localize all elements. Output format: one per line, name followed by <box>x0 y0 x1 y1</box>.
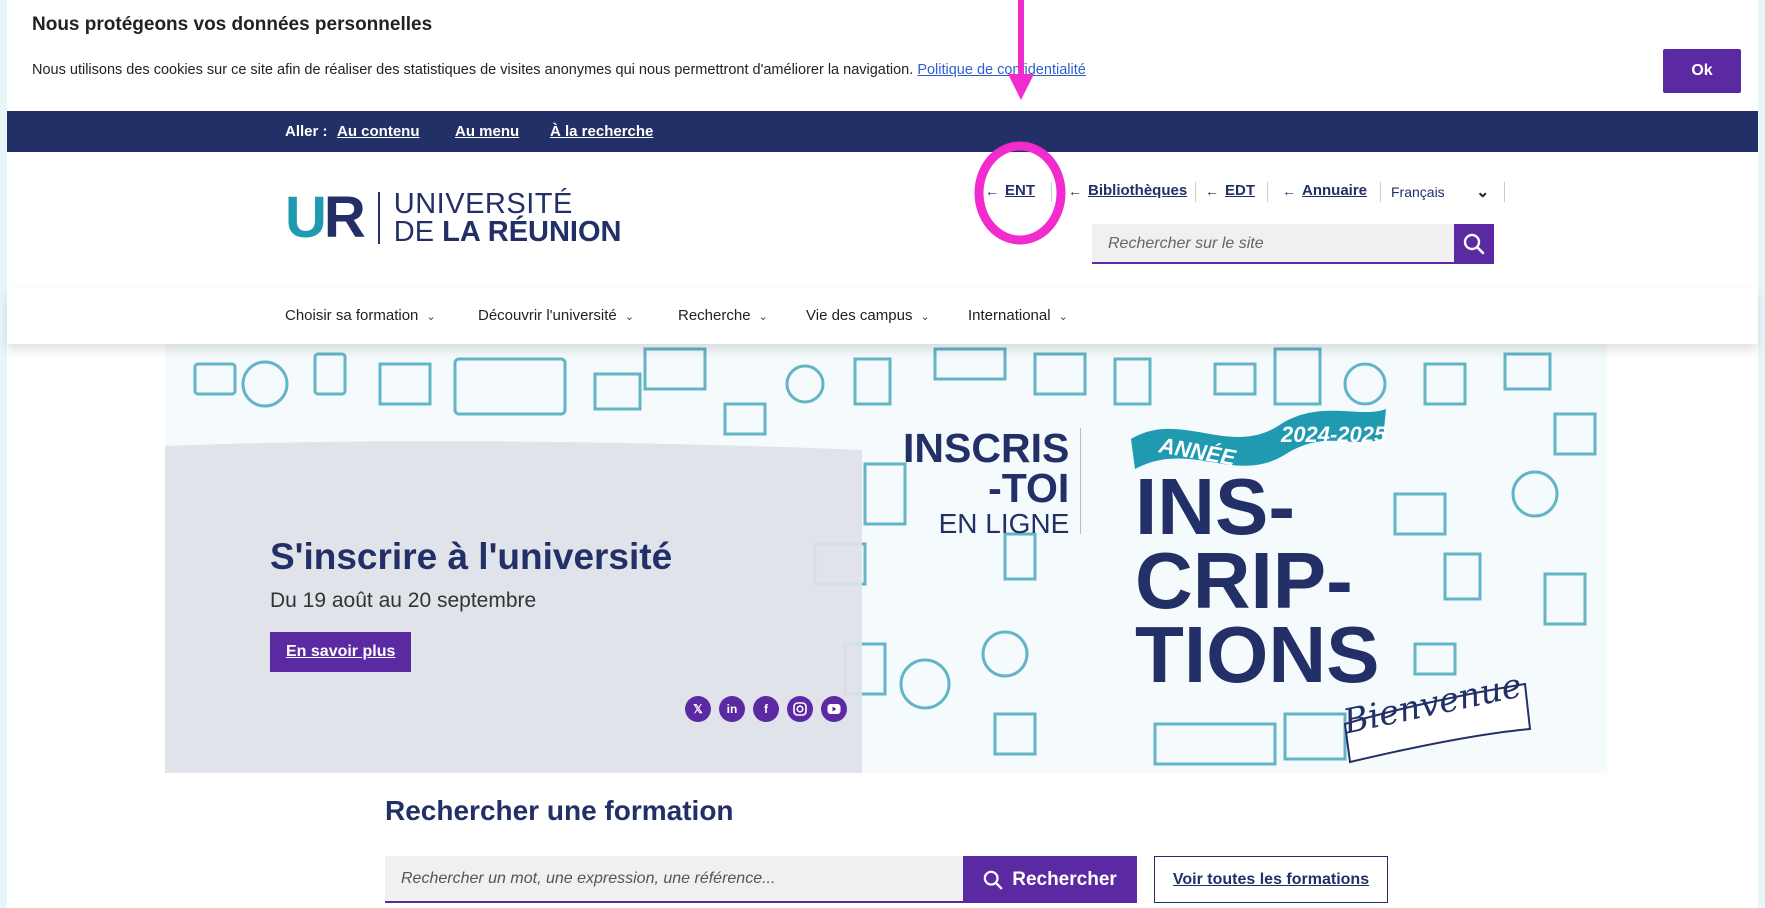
chevron-down-icon: ⌄ <box>624 311 634 323</box>
skip-links-bar: Aller : Au contenu Au menu À la recherch… <box>7 111 1758 152</box>
logo-line-2-prefix: DE <box>393 216 443 248</box>
edt-link[interactable]: EDT <box>1225 182 1255 199</box>
formation-search-button-label: Rechercher <box>1012 868 1117 890</box>
toplink-divider <box>1267 182 1268 202</box>
chevron-down-icon[interactable]: ⌄ <box>1476 182 1489 202</box>
toplink-divider <box>1051 182 1052 202</box>
x-icon[interactable]: 𝕏 <box>685 696 711 722</box>
logo-line-1: UNIVERSITÉ <box>393 188 573 220</box>
inscriptions-line-1: INS- <box>1135 462 1295 551</box>
nav-item-campus[interactable]: Vie des campus ⌄ <box>806 307 930 324</box>
nav-item-formation[interactable]: Choisir sa formation ⌄ <box>285 307 436 324</box>
skip-label: Aller : <box>285 123 328 140</box>
year-label: 2024-2025 <box>1280 422 1387 447</box>
site-search-button[interactable] <box>1454 224 1494 264</box>
linkedin-icon[interactable]: in <box>719 696 745 722</box>
toplink-divider <box>1380 182 1381 202</box>
logo-letter-r: R <box>323 185 366 250</box>
inscris-line-2: -TOI <box>988 465 1070 511</box>
cookie-message: Nous utilisons des cookies sur ce site a… <box>32 62 914 78</box>
privacy-policy-link[interactable]: Politique de confidentialité <box>917 62 1085 78</box>
all-formations-button[interactable]: Voir toutes les formations <box>1154 856 1388 903</box>
toplink-divider <box>1504 182 1505 202</box>
nav-item-label: International <box>968 307 1051 324</box>
arrow-left-icon: ← <box>1205 183 1219 199</box>
facebook-icon[interactable]: f <box>753 696 779 722</box>
site-header: UR UNIVERSITÉ DE LA RÉUNION ← ENT ← Bibl… <box>7 152 1758 289</box>
chevron-down-icon: ⌄ <box>758 311 768 323</box>
hero-subtitle: Du 19 août au 20 septembre <box>270 589 537 612</box>
logo-line-2: DE LA RÉUNION <box>393 216 622 248</box>
logo-letter-u: U <box>285 185 327 250</box>
cookie-ok-button[interactable]: Ok <box>1663 49 1741 93</box>
inscris-toi-text: INSCRIS -TOI EN LIGNE <box>903 428 1069 540</box>
nav-item-recherche[interactable]: Recherche ⌄ <box>678 307 768 324</box>
logo-line-2-bold: LA RÉUNION <box>442 216 622 248</box>
instagram-icon[interactable] <box>787 696 813 722</box>
arrow-left-icon: ← <box>985 183 999 199</box>
university-logo[interactable]: UR UNIVERSITÉ DE LA RÉUNION <box>285 185 622 250</box>
formation-search-input[interactable]: Rechercher un mot, une expression, une r… <box>385 856 963 903</box>
logo-text: UNIVERSITÉ DE LA RÉUNION <box>393 188 622 248</box>
hero-title: S'inscrire à l'université <box>270 536 673 577</box>
chevron-down-icon: ⌄ <box>426 311 436 323</box>
youtube-glyph <box>827 704 841 714</box>
ent-link[interactable]: ENT <box>1005 182 1035 199</box>
formation-search-title: Rechercher une formation <box>385 795 734 826</box>
libraries-link[interactable]: Bibliothèques <box>1088 182 1187 199</box>
main-navigation: Choisir sa formation ⌄ Découvrir l'univer… <box>7 288 1758 344</box>
inscriptions-line-2: CRIP- <box>1135 536 1353 625</box>
arrow-left-icon: ← <box>1068 183 1082 199</box>
toplink-divider <box>1195 182 1196 202</box>
cookie-text: Nous utilisons des cookies sur ce site a… <box>32 62 1086 78</box>
search-icon <box>1463 233 1485 255</box>
skip-to-search-link[interactable]: À la recherche <box>550 123 653 140</box>
cookie-banner: Nous protégeons vos données personnelles… <box>7 0 1758 111</box>
learn-more-button[interactable]: En savoir plus <box>270 632 412 672</box>
nav-item-label: Recherche <box>678 307 751 324</box>
nav-item-universite[interactable]: Découvrir l'université ⌄ <box>478 307 634 324</box>
inscris-divider <box>1080 428 1081 534</box>
language-select[interactable]: Français <box>1391 184 1445 200</box>
inscriptions-big-text: INS- CRIP- TIONS <box>1135 462 1379 695</box>
logo-divider <box>377 192 380 244</box>
instagram-glyph <box>793 702 807 716</box>
youtube-icon[interactable] <box>821 696 847 722</box>
directory-link[interactable]: Annuaire <box>1302 182 1367 199</box>
arrow-left-icon: ← <box>1282 183 1296 199</box>
search-icon <box>983 870 1003 889</box>
nav-item-international[interactable]: International ⌄ <box>968 307 1068 324</box>
nav-item-label: Vie des campus <box>806 307 913 324</box>
skip-to-content-link[interactable]: Au contenu <box>337 123 420 140</box>
cookie-title: Nous protégeons vos données personnelles <box>32 14 433 35</box>
nav-item-label: Découvrir l'université <box>478 307 617 324</box>
inscris-line-1: INSCRIS <box>903 425 1070 471</box>
chevron-down-icon: ⌄ <box>1058 311 1068 323</box>
logo-mark: UR <box>285 185 366 250</box>
nav-item-label: Choisir sa formation <box>285 307 419 324</box>
formation-search-button[interactable]: Rechercher <box>963 856 1137 903</box>
skip-to-menu-link[interactable]: Au menu <box>455 123 519 140</box>
social-links: 𝕏 in f <box>685 696 847 722</box>
site-search-input[interactable]: Rechercher sur le site <box>1092 224 1454 264</box>
chevron-down-icon: ⌄ <box>920 311 930 323</box>
inscris-line-3: EN LIGNE <box>938 508 1070 539</box>
hero-banner: S'inscrire à l'université Du 19 août au … <box>165 344 1607 773</box>
